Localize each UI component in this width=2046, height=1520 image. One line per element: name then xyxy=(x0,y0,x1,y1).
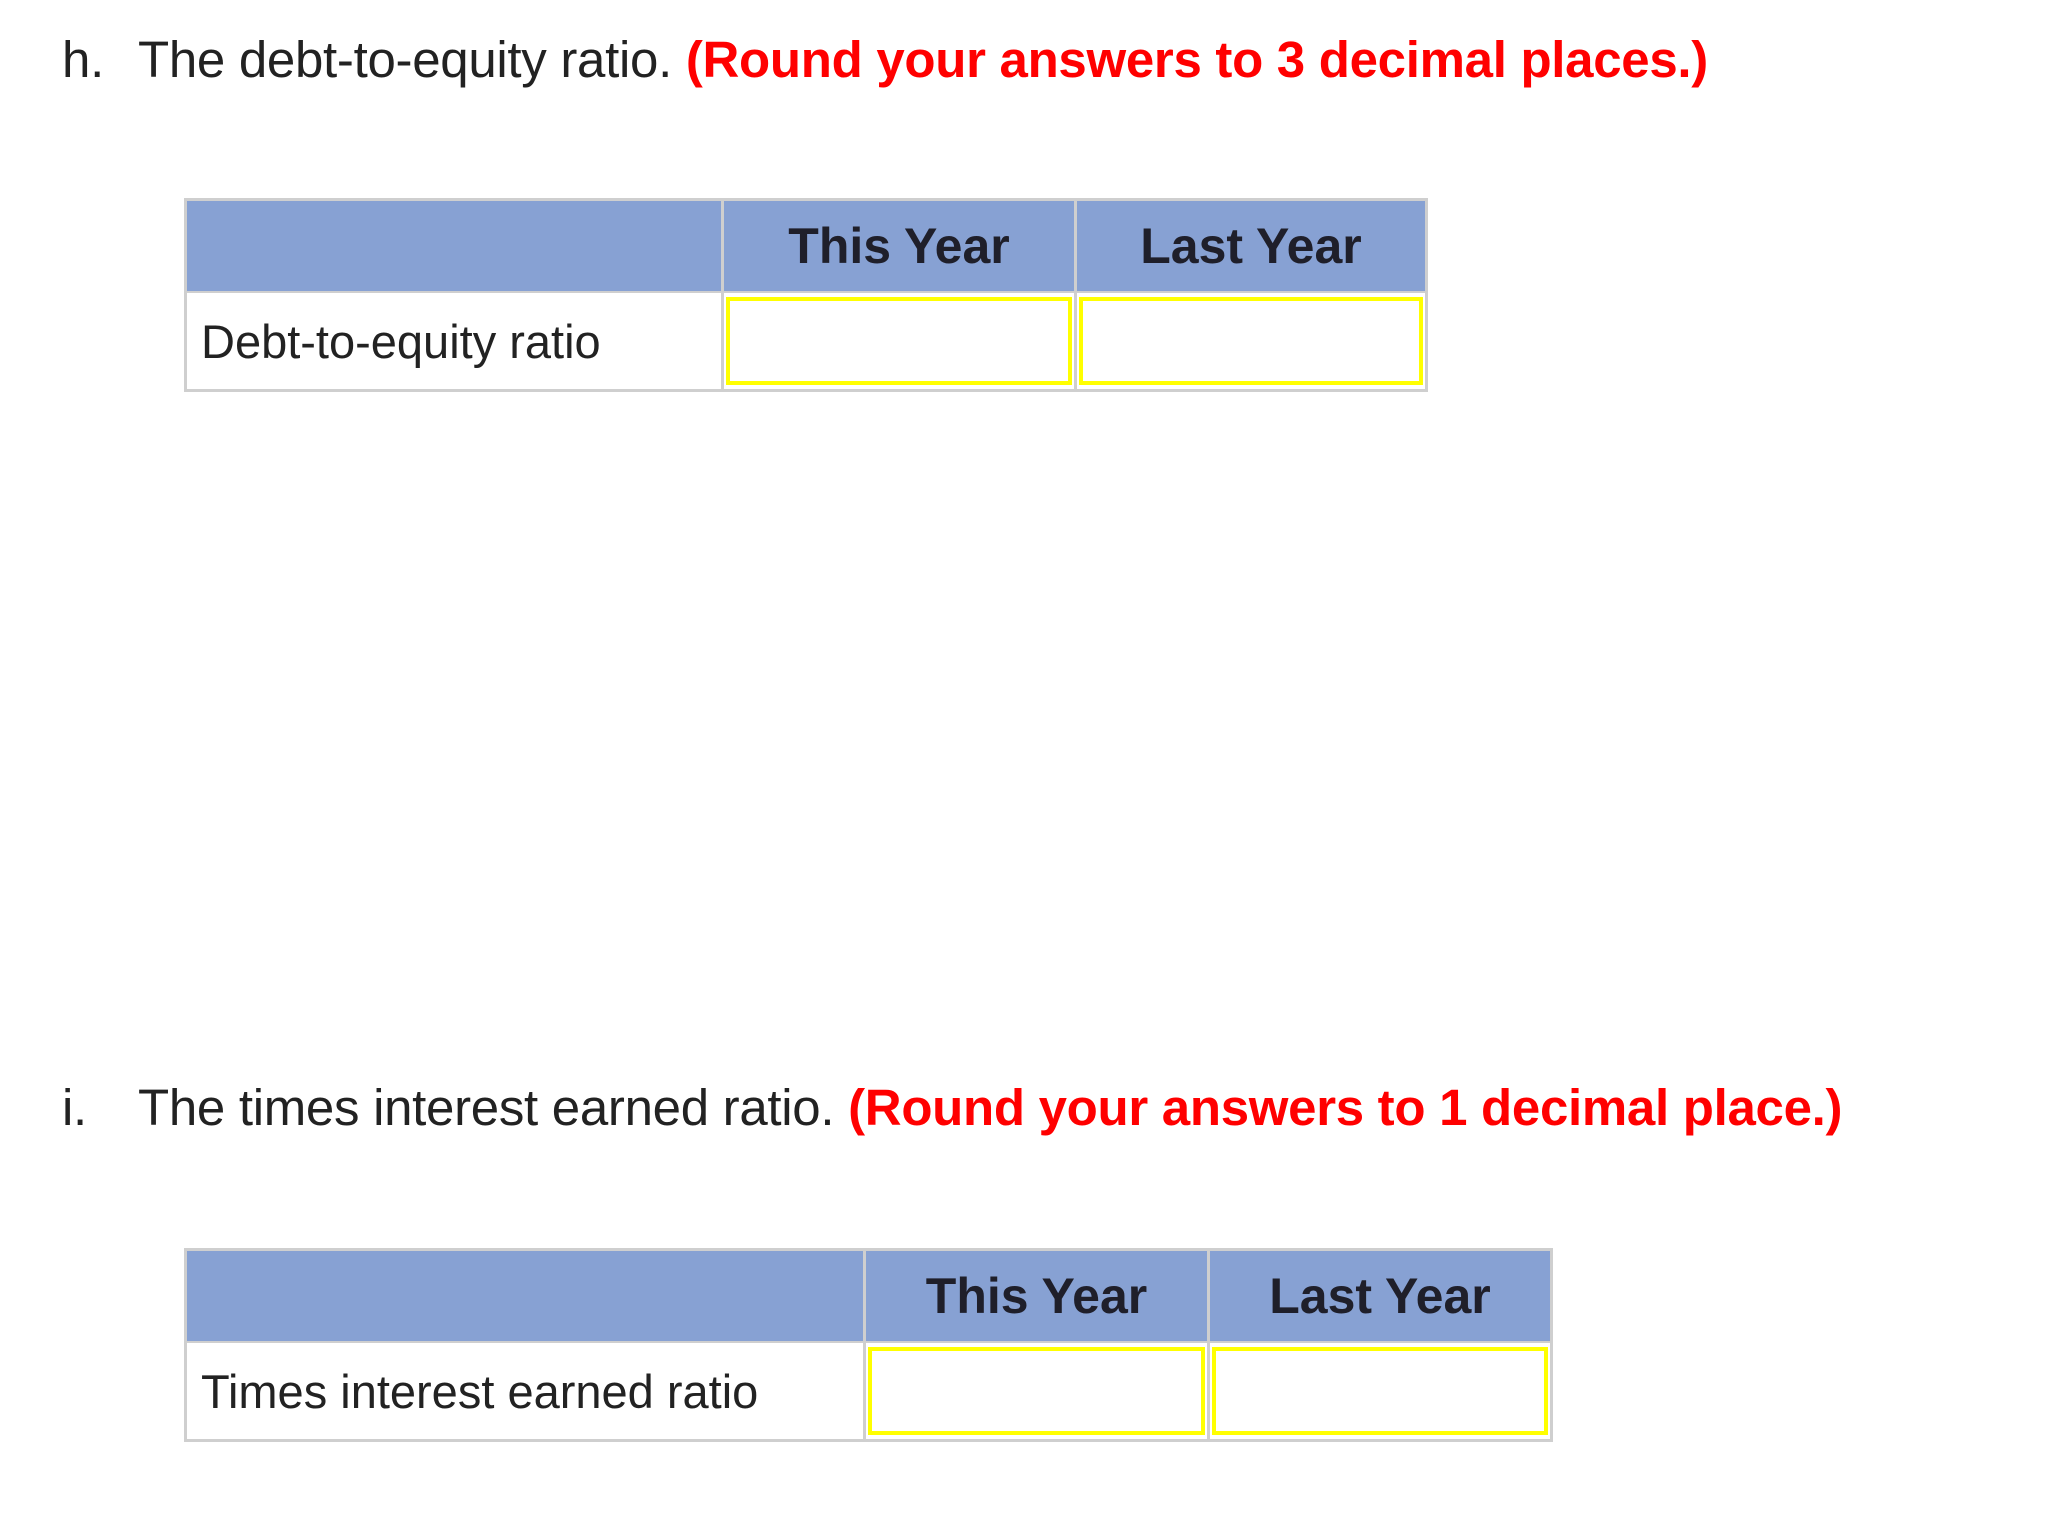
row-label: Debt-to-equity ratio xyxy=(185,291,723,391)
rounding-instruction: (Round your answers to 1 decimal place.) xyxy=(848,1079,1843,1136)
this-year-cell xyxy=(863,1341,1209,1441)
header-blank xyxy=(185,199,723,292)
question-h-heading: h. The debt-to-equity ratio. (Round your … xyxy=(62,30,1708,89)
times-interest-last-year-input[interactable] xyxy=(1212,1347,1548,1435)
times-interest-earned-table: This Year Last Year Times interest earne… xyxy=(184,1248,1553,1442)
last-year-cell xyxy=(1074,291,1427,391)
debt-to-equity-table: This Year Last Year Debt-to-equity ratio xyxy=(184,198,1428,392)
question-letter: i. xyxy=(62,1079,87,1136)
rounding-instruction: (Round your answers to 3 decimal places.… xyxy=(685,31,1708,88)
header-this-year: This Year xyxy=(863,1249,1209,1342)
table-header-row: This Year Last Year xyxy=(185,1249,1552,1342)
question-letter: h. xyxy=(62,31,104,88)
last-year-cell xyxy=(1207,1341,1552,1441)
header-last-year: Last Year xyxy=(1074,199,1427,292)
table-row: Debt-to-equity ratio xyxy=(185,291,1427,391)
question-i-heading: i. The times interest earned ratio. (Roun… xyxy=(62,1078,1843,1137)
this-year-cell xyxy=(721,291,1076,391)
row-label: Times interest earned ratio xyxy=(185,1341,865,1441)
debt-to-equity-this-year-input[interactable] xyxy=(726,297,1072,385)
header-this-year: This Year xyxy=(721,199,1076,292)
table-header-row: This Year Last Year xyxy=(185,199,1427,292)
times-interest-this-year-input[interactable] xyxy=(868,1347,1205,1435)
header-blank xyxy=(185,1249,865,1342)
question-prompt: The debt-to-equity ratio. xyxy=(138,31,672,88)
table-row: Times interest earned ratio xyxy=(185,1341,1552,1441)
question-prompt: The times interest earned ratio. xyxy=(138,1079,835,1136)
debt-to-equity-last-year-input[interactable] xyxy=(1079,297,1423,385)
header-last-year: Last Year xyxy=(1207,1249,1552,1342)
